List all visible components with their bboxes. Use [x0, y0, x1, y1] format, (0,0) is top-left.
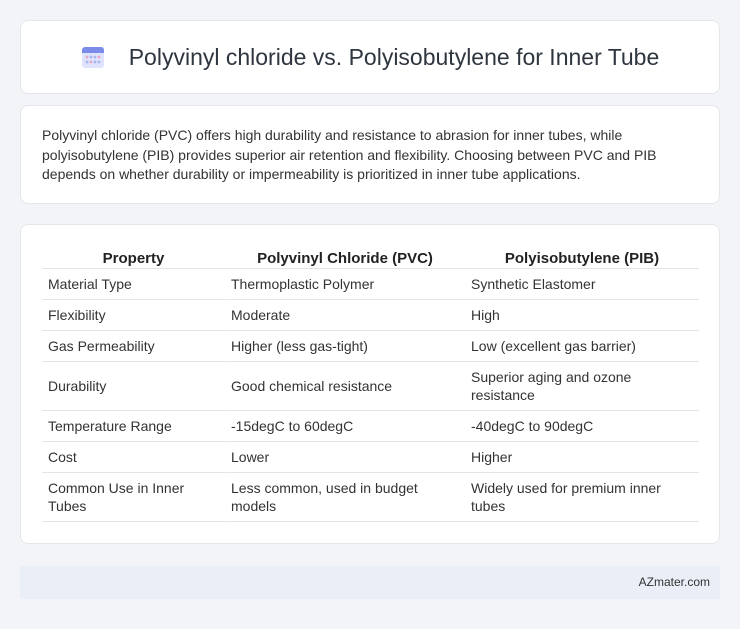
table-row: Durability Good chemical resistance Supe…: [42, 362, 699, 411]
comparison-table: Property Polyvinyl Chloride (PVC) Polyis…: [42, 244, 699, 522]
table-cell-pvc: Thermoplastic Polymer: [225, 269, 465, 300]
calendar-icon: [81, 47, 104, 68]
table-row: Gas Permeability Higher (less gas-tight)…: [42, 331, 699, 362]
column-header-pib: Polyisobutylene (PIB): [465, 244, 699, 269]
column-header-property: Property: [42, 244, 225, 269]
table-cell-property: Common Use in Inner Tubes: [42, 473, 225, 522]
table-cell-pvc: Good chemical resistance: [225, 362, 465, 411]
comparison-table-card: Property Polyvinyl Chloride (PVC) Polyis…: [20, 224, 720, 544]
description-text: Polyvinyl chloride (PVC) offers high dur…: [42, 127, 657, 182]
table-cell-pib: Low (excellent gas barrier): [465, 331, 699, 362]
table-cell-property: Temperature Range: [42, 411, 225, 442]
table-cell-pib: High: [465, 300, 699, 331]
table-cell-pvc: Moderate: [225, 300, 465, 331]
table-cell-property: Durability: [42, 362, 225, 411]
table-cell-property: Cost: [42, 442, 225, 473]
table-cell-pib: Widely used for premium inner tubes: [465, 473, 699, 522]
table-cell-property: Material Type: [42, 269, 225, 300]
column-header-pvc: Polyvinyl Chloride (PVC): [225, 244, 465, 269]
table-cell-property: Gas Permeability: [42, 331, 225, 362]
table-cell-pib: Synthetic Elastomer: [465, 269, 699, 300]
table-cell-property: Flexibility: [42, 300, 225, 331]
table-row: Common Use in Inner Tubes Less common, u…: [42, 473, 699, 522]
table-cell-pib: Superior aging and ozone resistance: [465, 362, 699, 411]
table-cell-pvc: Less common, used in budget models: [225, 473, 465, 522]
table-row: Flexibility Moderate High: [42, 300, 699, 331]
footer-brand: AZmater.com: [638, 575, 710, 589]
table-header-row: Property Polyvinyl Chloride (PVC) Polyis…: [42, 244, 699, 269]
table-cell-pvc: -15degC to 60degC: [225, 411, 465, 442]
table-row: Cost Lower Higher: [42, 442, 699, 473]
table-cell-pvc: Higher (less gas-tight): [225, 331, 465, 362]
page-title: Polyvinyl chloride vs. Polyisobutylene f…: [128, 43, 660, 70]
footer-bar: AZmater.com: [20, 566, 720, 599]
table-cell-pvc: Lower: [225, 442, 465, 473]
title-card: Polyvinyl chloride vs. Polyisobutylene f…: [20, 20, 720, 94]
table-cell-pib: -40degC to 90degC: [465, 411, 699, 442]
description-card: Polyvinyl chloride (PVC) offers high dur…: [20, 105, 720, 204]
table-row: Material Type Thermoplastic Polymer Synt…: [42, 269, 699, 300]
table-cell-pib: Higher: [465, 442, 699, 473]
table-row: Temperature Range -15degC to 60degC -40d…: [42, 411, 699, 442]
